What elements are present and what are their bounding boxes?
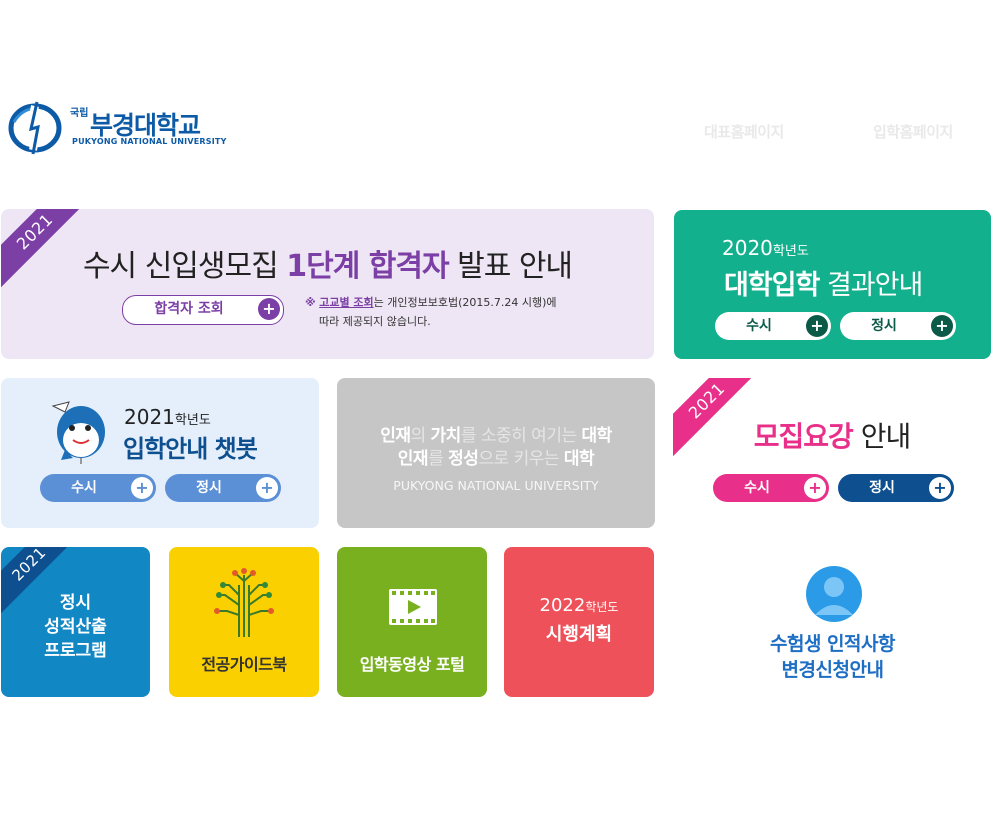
pass-announcement-title: 수시 신입생모집 1단계 합격자 발표 안내 <box>1 241 654 285</box>
chatbot-jeongsi-label: 정시 <box>196 480 222 496</box>
guidelines-jeongsi-label: 정시 <box>869 480 895 496</box>
year-number: 2021 <box>124 405 175 429</box>
slogan-word: 으로 키우는 <box>478 449 560 469</box>
plus-icon: + <box>804 477 826 499</box>
label-line: 변경신청안내 <box>781 659 884 681</box>
plus-icon: + <box>131 477 153 499</box>
label-line: 정시 <box>59 593 92 613</box>
title-prefix: 수시 신입생모집 <box>82 249 287 284</box>
plan-label: 시행계획 <box>545 624 613 645</box>
logo-emblem-icon <box>8 101 62 155</box>
results-title-bold: 대학입학 <box>724 270 820 301</box>
whale-mascot-icon <box>51 401 105 464</box>
slogan-word: 의 <box>410 426 426 446</box>
chatbot-year: 2021학년도 <box>124 405 211 429</box>
video-play-icon <box>389 589 437 625</box>
logo-english-name: PUKYONG NATIONAL UNIVERSITY <box>72 137 227 146</box>
implementation-plan-tile[interactable]: 2022학년도 시행계획 <box>504 547 654 697</box>
results-susi-button[interactable]: 수시 + <box>715 312 831 340</box>
admission-homepage-link[interactable]: 입학홈페이지 <box>873 121 953 142</box>
privacy-note: ※ 고교별 조회는 개인정보보호법(2015.7.24 시행)에 따라 제공되지… <box>305 293 557 331</box>
plus-icon: + <box>931 315 953 337</box>
label-line: 성적산출 <box>44 617 107 637</box>
plan-year: 2022학년도 <box>504 595 654 616</box>
results-title: 대학입학 결과안내 <box>724 263 923 302</box>
major-guidebook-tile[interactable]: 전공가이드북 <box>169 547 319 697</box>
results-title-rest: 결과안내 <box>819 270 923 301</box>
chatbot-jeongsi-button[interactable]: 정시 + <box>165 474 281 502</box>
chatbot-susi-button[interactable]: 수시 + <box>40 474 156 502</box>
chatbot-title: 입학안내 챗봇 <box>123 435 258 463</box>
video-portal-tile[interactable]: 입학동영상 포털 <box>337 547 487 697</box>
slogan-word: 를 <box>428 449 444 469</box>
main-homepage-link[interactable]: 대표홈페이지 <box>704 121 784 142</box>
info-change-label: 수험생 인적사항 변경신청안내 <box>674 631 991 683</box>
major-guidebook-label: 전공가이드북 <box>201 655 287 674</box>
slogan-card[interactable]: 인재의 가치를 소중히 여기는 대학 인재를 정성으로 키우는 대학 PUKYO… <box>337 378 655 528</box>
admission-results-card[interactable]: 2020학년도 대학입학 결과안내 수시 + 정시 + <box>674 210 991 359</box>
guidelines-susi-button[interactable]: 수시 + <box>713 474 829 502</box>
score-program-tile[interactable]: 2021 정시 성적산출 프로그램 <box>1 547 150 697</box>
pass-check-label: 합격자 조회 <box>154 301 224 317</box>
info-change-tile[interactable]: 수험생 인적사항 변경신청안내 <box>674 547 991 697</box>
slogan-line2: 인재를 정성으로 키우는 대학 <box>337 444 655 469</box>
year-suffix: 학년도 <box>585 600 619 614</box>
slogan-line1: 인재의 가치를 소중히 여기는 대학 <box>337 421 655 446</box>
plus-icon: + <box>929 477 951 499</box>
slogan-word: 정성 <box>448 449 479 469</box>
note-line1: 는 개인정보보호법(2015.7.24 시행)에 <box>373 296 557 309</box>
user-avatar-icon <box>806 566 862 622</box>
slogan-english: PUKYONG NATIONAL UNIVERSITY <box>393 478 599 493</box>
plus-icon: + <box>258 298 280 320</box>
results-jeongsi-button[interactable]: 정시 + <box>840 312 956 340</box>
chatbot-susi-label: 수시 <box>71 480 97 496</box>
guidelines-title: 모집요강 안내 <box>673 415 991 455</box>
guidelines-card[interactable]: 2021 모집요강 안내 수시 + 정시 + <box>673 378 991 528</box>
slogan-word: 대학 <box>563 449 595 469</box>
circuit-tree-icon <box>214 568 274 637</box>
label-line: 수험생 인적사항 <box>770 633 895 655</box>
guidelines-jeongsi-button[interactable]: 정시 + <box>838 474 954 502</box>
guidelines-title-highlight: 모집요강 <box>753 420 854 453</box>
plus-icon: + <box>806 315 828 337</box>
results-susi-label: 수시 <box>746 318 772 334</box>
slogan-word: 를 소중히 여기는 <box>460 426 577 446</box>
note-line2: 따라 제공되지 않습니다. <box>319 315 431 328</box>
slogan-word: 인재 <box>397 449 429 469</box>
university-logo[interactable]: 국립 부경대학교 PUKYONG NATIONAL UNIVERSITY <box>6 100 246 156</box>
slogan-word: 인재 <box>380 426 411 446</box>
year-suffix: 학년도 <box>772 244 809 259</box>
year-number: 2022 <box>539 595 586 616</box>
pass-announcement-banner[interactable]: 2021 수시 신입생모집 1단계 합격자 발표 안내 합격자 조회 + ※ 고… <box>1 209 654 359</box>
title-suffix: 발표 안내 <box>448 249 573 284</box>
chatbot-card[interactable]: 2021학년도 입학안내 챗봇 수시 + 정시 + <box>1 378 319 528</box>
video-portal-label: 입학동영상 포털 <box>359 655 465 674</box>
logo-national-label: 국립 <box>70 108 89 119</box>
note-mark: ※ <box>305 296 316 309</box>
year-suffix: 학년도 <box>174 413 211 428</box>
score-program-label: 정시 성적산출 프로그램 <box>1 591 150 663</box>
plus-icon: + <box>256 477 278 499</box>
pass-check-button[interactable]: 합격자 조회 + <box>122 295 284 325</box>
guidelines-susi-label: 수시 <box>744 480 770 496</box>
year-number: 2020 <box>722 236 773 260</box>
slogan-word: 가치 <box>430 426 462 446</box>
results-year: 2020학년도 <box>722 236 809 260</box>
note-highlight: 고교별 조회 <box>319 296 374 309</box>
slogan-word: 대학 <box>581 426 613 446</box>
guidelines-title-rest: 안내 <box>852 420 912 453</box>
label-line: 프로그램 <box>44 641 107 661</box>
results-jeongsi-label: 정시 <box>871 318 897 334</box>
title-highlight: 1단계 합격자 <box>286 249 449 284</box>
